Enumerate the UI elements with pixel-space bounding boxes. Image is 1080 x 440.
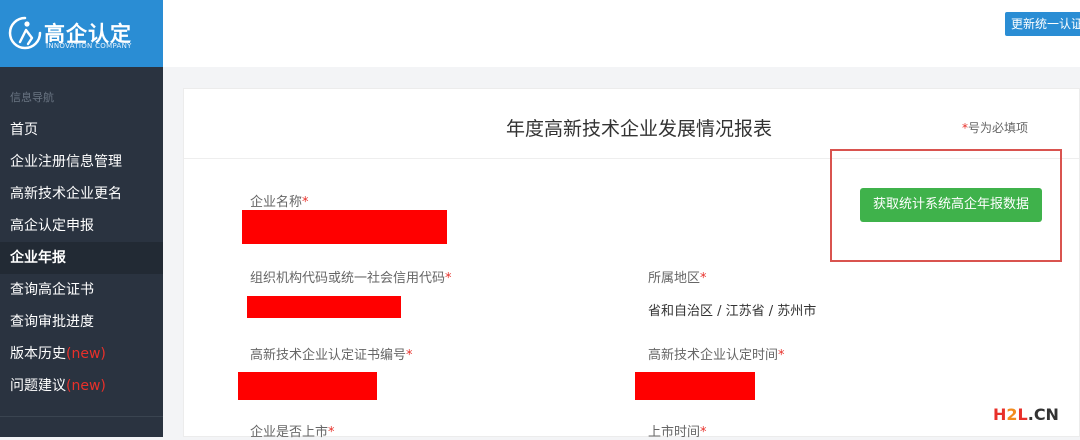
sidebar-item-feedback[interactable]: 问题建议(new) xyxy=(0,370,163,402)
sidebar-item-rename[interactable]: 高新技术企业更名 xyxy=(0,178,163,210)
company-name-label: 企业名称* xyxy=(250,195,309,210)
cert-number-field-redacted[interactable] xyxy=(238,372,377,400)
fetch-annual-report-data-button[interactable]: 获取统计系统高企年报数据 xyxy=(860,188,1042,222)
sidebar-item-registration[interactable]: 企业注册信息管理 xyxy=(0,146,163,178)
sidebar-item-query-certificate[interactable]: 查询高企证书 xyxy=(0,274,163,306)
region-label: 所属地区* xyxy=(648,271,707,286)
update-unified-auth-button[interactable]: 更新统一认证 xyxy=(1005,12,1080,36)
org-code-field-redacted[interactable] xyxy=(247,296,401,318)
listed-time-label: 上市时间* xyxy=(648,425,707,440)
sidebar-item-certification-apply[interactable]: 高企认定申报 xyxy=(0,210,163,242)
logo-icon xyxy=(8,16,42,50)
site-watermark: H2L.CN xyxy=(993,405,1059,424)
company-name-field-redacted[interactable] xyxy=(242,210,447,244)
sidebar-item-home[interactable]: 首页 xyxy=(0,114,163,146)
sidebar-divider xyxy=(0,416,163,417)
org-code-label: 组织机构代码或统一社会信用代码* xyxy=(250,271,452,286)
new-badge: (new) xyxy=(66,378,106,394)
logo[interactable]: 高企认定 INNOVATION COMPANY xyxy=(0,0,163,67)
sidebar-item-query-progress[interactable]: 查询审批进度 xyxy=(0,306,163,338)
sidebar-item-version-history[interactable]: 版本历史(new) xyxy=(0,338,163,370)
cert-number-label: 高新技术企业认定证书编号* xyxy=(250,348,413,363)
cert-time-label: 高新技术企业认定时间* xyxy=(648,348,785,363)
top-bar: 更新统一认证 xyxy=(163,0,1080,67)
required-note: *号为必填项 xyxy=(962,121,1029,135)
new-badge: (new) xyxy=(66,346,106,362)
annual-report-form: 年度高新技术企业发展情况报表 *号为必填项 企业名称* 组织机构代码或统一社会信… xyxy=(183,88,1080,440)
sidebar-item-annual-report[interactable]: 企业年报 xyxy=(0,242,163,274)
nav-heading: 信息导航 xyxy=(10,91,54,104)
cert-time-field-redacted[interactable] xyxy=(635,372,755,400)
logo-subtitle: INNOVATION COMPANY xyxy=(46,42,132,50)
region-select[interactable]: 省和自治区 / 江苏省 / 苏州市 xyxy=(648,300,816,319)
page-title: 年度高新技术企业发展情况报表 xyxy=(506,118,773,140)
sidebar: 高企认定 INNOVATION COMPANY 信息导航 首页 企业注册信息管理… xyxy=(0,0,163,437)
listed-label: 企业是否上市* xyxy=(250,425,335,440)
